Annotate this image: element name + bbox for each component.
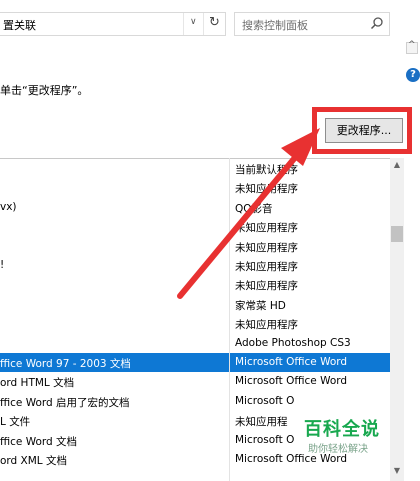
list-item[interactable]: ! 未知应用程序 bbox=[0, 256, 390, 275]
current-default-cell: 当前默认程序 bbox=[235, 164, 298, 176]
address-bar[interactable]: 置关联 ∨ ↻ bbox=[0, 12, 226, 36]
watermark-subtitle: 助你轻松解决 bbox=[308, 444, 368, 455]
help-icon[interactable]: ? bbox=[406, 68, 420, 82]
change-program-button[interactable]: 更改程序... bbox=[325, 118, 403, 143]
address-dropdown-button[interactable]: ∨ bbox=[183, 13, 203, 35]
address-toolbar: 置关联 ∨ ↻ 搜索控制面板 bbox=[0, 0, 420, 50]
current-default-cell: Microsoft O bbox=[235, 394, 295, 407]
current-default-cell: 未知应用程序 bbox=[235, 261, 298, 273]
description-cell: ffice Word 97 - 2003 文档 bbox=[0, 358, 131, 370]
current-default-cell: Microsoft O bbox=[235, 433, 295, 446]
list-item[interactable]: Adobe Photoshop CS3 bbox=[0, 334, 390, 353]
description-cell: ffice Word 启用了宏的文档 bbox=[0, 396, 130, 409]
current-default-cell: 未知应用程序 bbox=[235, 280, 298, 293]
current-default-cell: 家常菜 HD bbox=[235, 299, 286, 312]
current-default-cell: QQ影音 bbox=[235, 202, 273, 215]
collapse-ribbon-button[interactable]: ^ bbox=[406, 40, 418, 54]
scroll-down-icon[interactable]: ▼ bbox=[391, 466, 403, 476]
list-item[interactable]: ord HTML 文档 Microsoft Office Word bbox=[0, 372, 390, 391]
list-item[interactable]: 未知应用程序 bbox=[0, 178, 390, 197]
current-default-cell: Microsoft Office Word bbox=[235, 375, 348, 388]
refresh-icon: ↻ bbox=[209, 15, 220, 30]
search-box[interactable]: 搜索控制面板 bbox=[234, 12, 390, 36]
list-item[interactable]: 家常菜 HD bbox=[0, 295, 390, 314]
description-cell: ! bbox=[0, 259, 5, 271]
list-item[interactable]: ffice Word 97 - 2003 文档 Microsoft Office … bbox=[0, 353, 390, 373]
list-item[interactable]: 未知应用程序 bbox=[0, 237, 390, 256]
vertical-scrollbar[interactable] bbox=[390, 158, 404, 481]
list-item[interactable]: ffice Word 启用了宏的文档 Microsoft O bbox=[0, 392, 390, 411]
list-item[interactable]: 未知应用程序 bbox=[0, 217, 390, 236]
chevron-up-icon: ^ bbox=[408, 40, 416, 50]
current-default-cell: 未知应用程序 bbox=[235, 222, 298, 235]
list-item[interactable]: vx) QQ影音 bbox=[0, 198, 390, 217]
list-item[interactable]: 未知应用程序 bbox=[0, 314, 390, 333]
instruction-text: 单击“更改程序”。 bbox=[0, 84, 89, 97]
search-placeholder: 搜索控制面板 bbox=[242, 19, 308, 32]
scrollbar-thumb[interactable] bbox=[391, 226, 403, 242]
current-default-cell: Microsoft Office Word bbox=[235, 356, 348, 368]
list-item[interactable]: 未知应用程序 bbox=[0, 275, 390, 294]
list-item[interactable]: 当前默认程序 bbox=[0, 159, 390, 178]
address-path: 置关联 bbox=[3, 19, 36, 32]
refresh-button[interactable]: ↻ bbox=[203, 13, 225, 35]
description-cell: L 文件 bbox=[0, 416, 31, 429]
column-divider bbox=[229, 158, 230, 481]
current-default-cell: Adobe Photoshop CS3 bbox=[235, 336, 351, 349]
description-cell: ord XML 文档 bbox=[0, 455, 67, 467]
current-default-cell: 未知应用程序 bbox=[235, 319, 298, 332]
search-icon bbox=[370, 17, 383, 30]
watermark-logo: 百科全说 助你轻松解决 bbox=[300, 415, 390, 459]
watermark-title: 百科全说 bbox=[304, 419, 380, 440]
current-default-cell: 未知应用程 bbox=[235, 416, 288, 429]
chevron-down-icon: ∨ bbox=[190, 17, 197, 27]
scroll-up-icon[interactable]: ▲ bbox=[391, 160, 403, 170]
current-default-cell: 未知应用程序 bbox=[235, 241, 298, 254]
description-cell: ffice Word 文档 bbox=[0, 435, 78, 448]
current-default-cell: 未知应用程序 bbox=[235, 183, 298, 196]
description-cell: vx) bbox=[0, 200, 17, 213]
description-cell: ord HTML 文档 bbox=[0, 377, 75, 390]
